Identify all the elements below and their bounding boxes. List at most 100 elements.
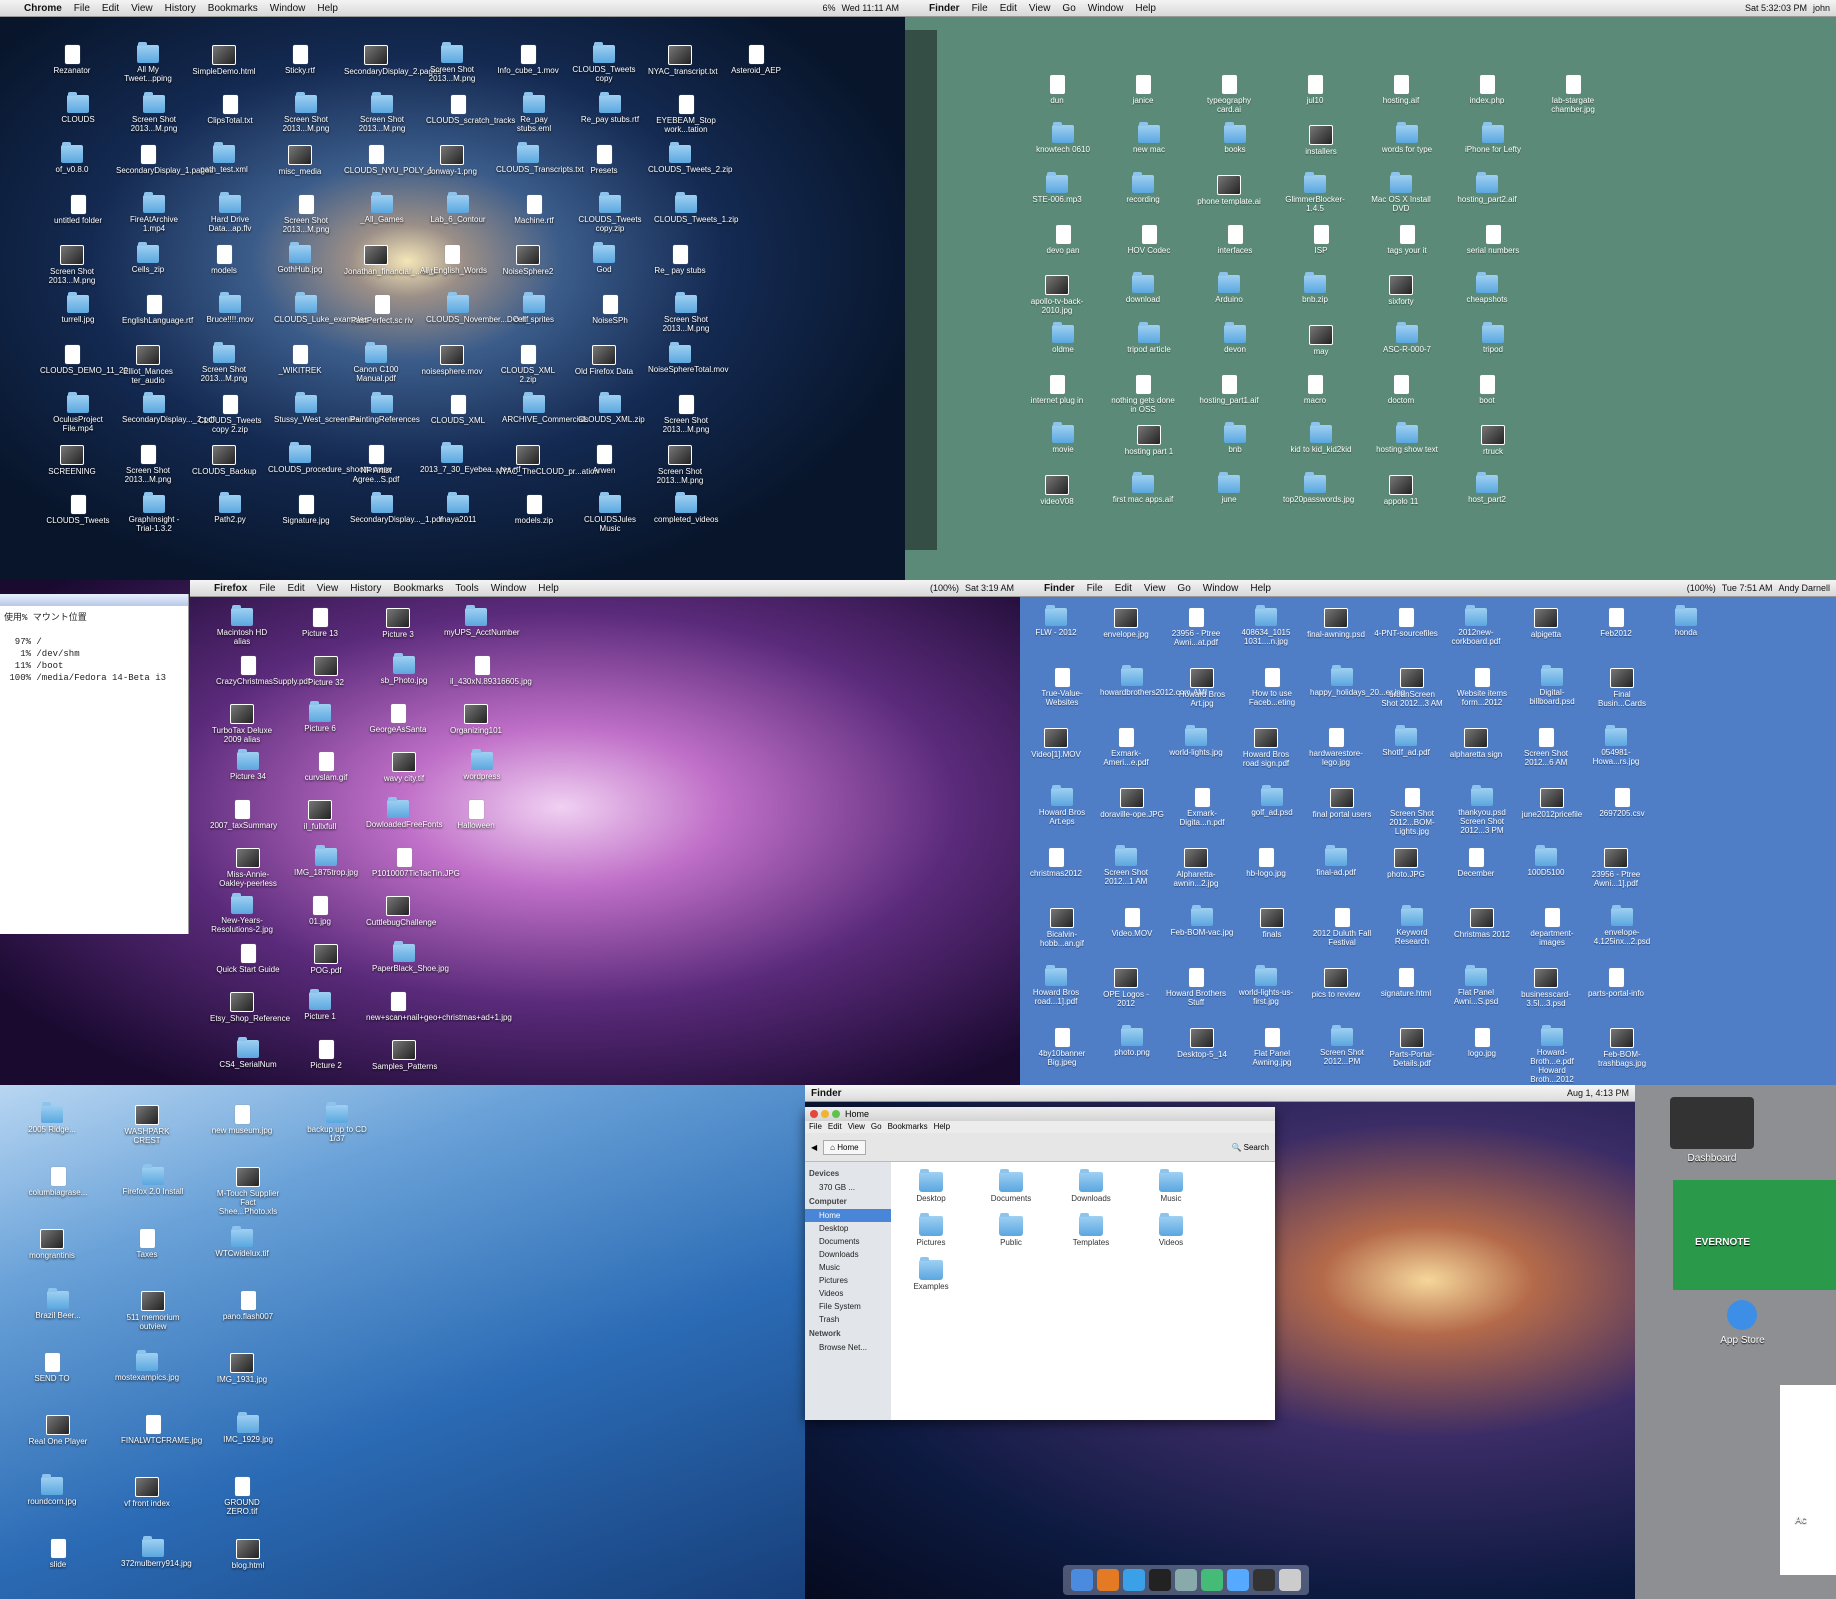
desktop-icon[interactable]: curvslam.gif	[294, 752, 358, 782]
desktop-icon[interactable]: SecondaryDisplay_2.pages	[344, 45, 441, 76]
desktop-icon[interactable]: knowtech 0610	[1031, 122, 1095, 154]
desktop-icon[interactable]: backup up to CD 1/37	[305, 1102, 369, 1143]
desktop-icon[interactable]: hardwarestore-lego.jpg	[1304, 728, 1368, 767]
desktop-icon[interactable]: conway-1.png	[420, 145, 484, 176]
desktop-icon[interactable]: Picture 6	[288, 701, 352, 733]
desktop-icon[interactable]: Organizing101	[444, 704, 508, 735]
menu-go[interactable]: Go	[1171, 583, 1196, 594]
desktop-icon[interactable]: recording	[1111, 172, 1175, 204]
desktop-icon[interactable]: noisesphere.mov	[420, 345, 484, 376]
menu-app[interactable]: Finder	[923, 3, 966, 14]
desktop-icon[interactable]: Presets	[572, 145, 636, 175]
terminal-dock-icon[interactable]	[1149, 1569, 1171, 1591]
desktop-icon[interactable]: devo pan	[1031, 225, 1095, 255]
desktop-icon[interactable]: world-lights-us-first.jpg	[1234, 965, 1298, 1006]
desktop-icon[interactable]: Picture 1	[288, 989, 352, 1021]
file-item[interactable]: Desktop	[901, 1169, 961, 1203]
desktop-icon[interactable]: Halloween	[444, 800, 508, 830]
desktop-icon[interactable]: cell_sprites	[502, 292, 566, 324]
desktop-icon[interactable]: Howard Bros Art.eps	[1030, 785, 1094, 826]
desktop-icon[interactable]: envelope.jpg	[1094, 608, 1158, 639]
desktop-icon[interactable]: bnb	[1203, 422, 1267, 454]
desktop-icon[interactable]: final-awning.psd	[1304, 608, 1368, 639]
desktop-icon[interactable]: tags your it	[1375, 225, 1439, 255]
menu-help[interactable]: Help	[1129, 3, 1162, 14]
desktop-icon[interactable]: Screen Shot 2013...M.png	[654, 395, 718, 434]
desktop-icon[interactable]: Digital-billboard.psd	[1520, 665, 1584, 706]
desktop-icon[interactable]: TurboTax Deluxe 2009 alias	[210, 704, 274, 744]
desktop-icon[interactable]: new mac	[1117, 122, 1181, 154]
desktop-icon[interactable]: Quick Start Guide	[216, 944, 280, 974]
menu-file[interactable]: File	[253, 583, 281, 594]
desktop-icon[interactable]: Path2.py	[198, 492, 262, 524]
menu-edit[interactable]: Edit	[828, 1121, 842, 1133]
desktop-icon[interactable]: thankyou.psd Screen Shot 2012...3 PM	[1450, 785, 1514, 835]
desktop-icon[interactable]: NoiseSPh	[578, 295, 642, 325]
menu-go[interactable]: Go	[1056, 3, 1081, 14]
desktop-icon[interactable]: 054981-Howa...rs.jpg	[1584, 725, 1648, 766]
desktop-icon[interactable]: NoiseSphere2	[496, 245, 560, 276]
menu-view[interactable]: View	[311, 583, 345, 594]
desktop-icon[interactable]: ClipsTotal.txt	[198, 95, 262, 125]
desktop-icon[interactable]: CLOUDS_Luke_examples	[274, 292, 368, 324]
document-window[interactable]	[1780, 1385, 1836, 1575]
user-name[interactable]: john	[1813, 3, 1830, 13]
desktop-icon[interactable]: new museum.jpg	[210, 1105, 274, 1135]
sidebar-item-documents[interactable]: Documents	[805, 1235, 891, 1248]
desktop-icon[interactable]: envelope-4.125inx...2.psd	[1590, 905, 1654, 946]
desktop-icon[interactable]: SecondaryDisplay..._2.pdf	[122, 392, 215, 424]
desktop-icon[interactable]: host_part2	[1455, 472, 1519, 504]
battery-status[interactable]: (100%)	[1687, 583, 1716, 593]
desktop-icon[interactable]: logo.jpg	[1450, 1028, 1514, 1058]
firefox-dock-icon[interactable]	[1097, 1569, 1119, 1591]
maximize-button[interactable]	[832, 1110, 840, 1118]
desktop-icon[interactable]: Stussy_West_screenies	[274, 392, 359, 424]
desktop-icon[interactable]: SCREENING	[40, 445, 104, 476]
file-item[interactable]: Pictures	[901, 1213, 961, 1247]
desktop-icon[interactable]: misc_media	[268, 145, 332, 176]
desktop-icon[interactable]: parts-portal-info	[1584, 968, 1648, 998]
desktop-icon[interactable]: Elliot_Mances ter_audio	[116, 345, 180, 385]
battery-status[interactable]: 6%	[822, 3, 835, 13]
desktop-icon[interactable]: photo.png	[1100, 1025, 1164, 1057]
desktop-icon[interactable]: Alpharetta-awnin...2.jpg	[1164, 848, 1228, 888]
desktop-icon[interactable]: hosting_part1.aif	[1197, 375, 1261, 405]
desktop-icon[interactable]: NF Artist Agree...S.pdf	[344, 445, 408, 484]
menu-edit[interactable]: Edit	[281, 583, 310, 594]
desktop-icon[interactable]: devon	[1203, 322, 1267, 354]
desktop-icon[interactable]: untitled folder	[46, 195, 110, 225]
desktop-icon[interactable]: ASC-R-000-7	[1375, 322, 1439, 354]
desktop-icon[interactable]: wordpress	[450, 749, 514, 781]
desktop-icon[interactable]: Brazil Beer...	[26, 1288, 90, 1320]
desktop-icon[interactable]: 100D5100	[1514, 845, 1578, 877]
file-item[interactable]: Public	[981, 1213, 1041, 1247]
desktop-icon[interactable]: Samples_Patterns	[372, 1040, 437, 1071]
desktop-icon[interactable]: Website items form...2012	[1450, 668, 1514, 707]
desktop-icon[interactable]: IMC_1929.jpg	[216, 1412, 280, 1444]
desktop-icon[interactable]: vf front index	[115, 1477, 179, 1508]
clock[interactable]: Sat 5:32:03 PM	[1745, 3, 1807, 13]
desktop-icon[interactable]: December	[1444, 848, 1508, 878]
desktop-icon[interactable]: index.php	[1455, 75, 1519, 105]
app-dock-icon[interactable]	[1201, 1569, 1223, 1591]
file-item[interactable]: Videos	[1141, 1213, 1201, 1247]
desktop-icon[interactable]: Screen Shot 2012...BOM-Lights.jpg	[1380, 788, 1444, 836]
desktop-icon[interactable]: christmas2012	[1024, 848, 1088, 878]
desktop-icon[interactable]: WTCwidelux.tif	[210, 1226, 274, 1258]
desktop-icon[interactable]: Re_ pay stubs	[648, 245, 712, 275]
desktop-icon[interactable]: Keyword Research	[1380, 905, 1444, 946]
desktop-icon[interactable]: Screen Shot 2012...PM	[1310, 1025, 1374, 1066]
desktop-icon[interactable]: Howard Brothers Stuff	[1164, 968, 1228, 1007]
desktop-icon[interactable]: CLOUDS_XML.zip	[578, 392, 645, 424]
desktop-icon[interactable]: ISP	[1289, 225, 1353, 255]
desktop-icon[interactable]: POG.pdf	[294, 944, 358, 975]
desktop-icon[interactable]: Feb-BOM-trashbags.jpg	[1590, 1028, 1654, 1068]
desktop-icon[interactable]: NYAC_TheCLOUD_pr...ation	[496, 445, 599, 476]
desktop-icon[interactable]: IMG_1931.jpg	[210, 1353, 274, 1384]
itunes-dock-icon[interactable]	[1227, 1569, 1249, 1591]
desktop-icon[interactable]: God	[572, 242, 636, 274]
desktop-icon[interactable]: FINALWTCFRAME.jpg	[121, 1415, 202, 1445]
desktop-icon[interactable]: cheapshots	[1455, 272, 1519, 304]
desktop-icon[interactable]: PaperBlack_Shoe.jpg	[372, 941, 449, 973]
menu-app[interactable]: Finder	[1038, 583, 1081, 594]
